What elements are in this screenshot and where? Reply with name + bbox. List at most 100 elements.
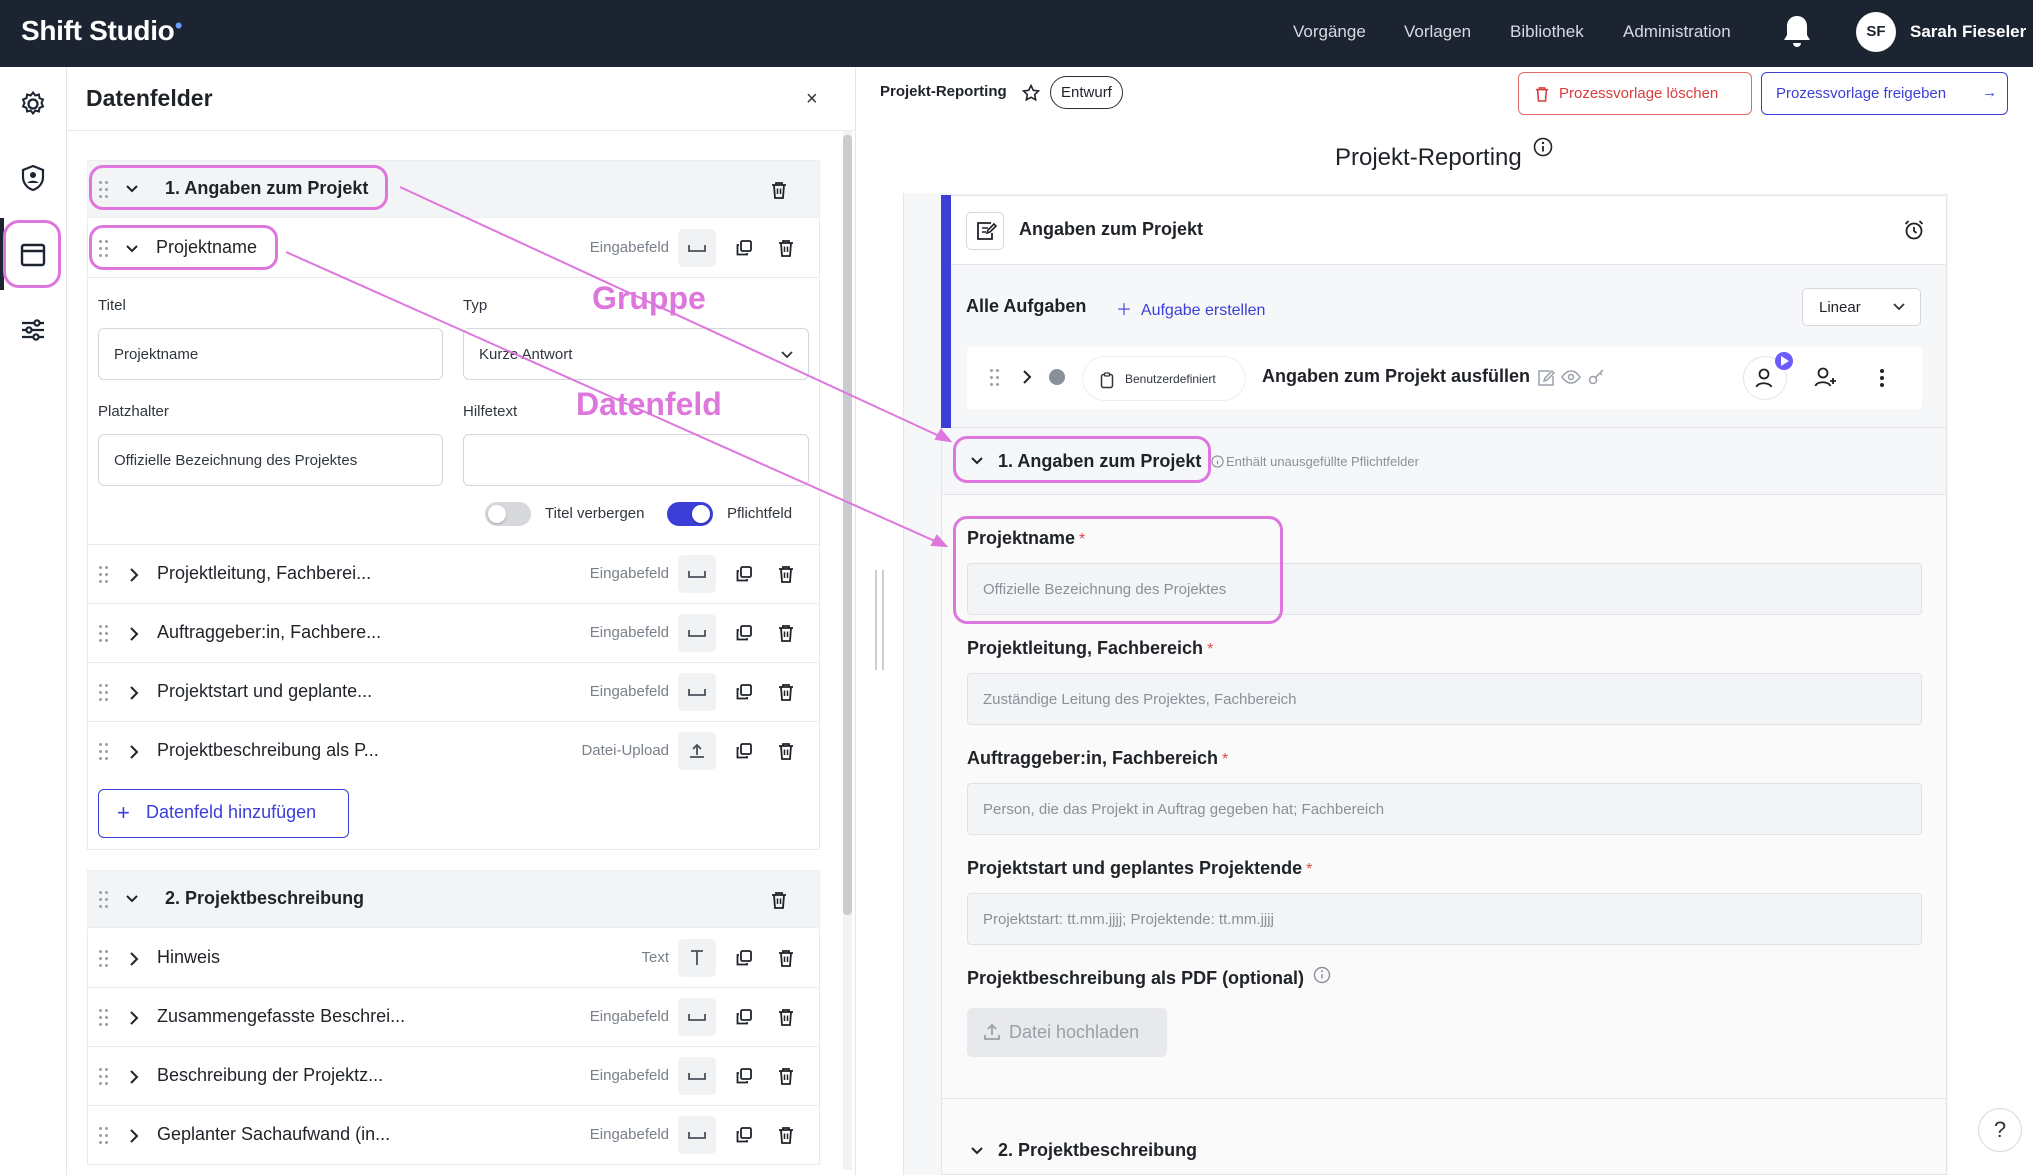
chevron-right-icon[interactable] — [126, 1010, 142, 1026]
toggle-hide-title[interactable] — [485, 502, 531, 526]
copy-icon[interactable] — [736, 950, 752, 966]
form-field-input[interactable]: Projektstart: tt.mm.jjjj; Projektende: t… — [967, 893, 1922, 945]
hilfetext-label: Hilfetext — [463, 403, 518, 420]
shield-user-icon[interactable] — [13, 158, 53, 198]
copy-icon[interactable] — [736, 1068, 752, 1084]
nav-bibliothek[interactable]: Bibliothek — [1510, 22, 1584, 42]
delete-template-button[interactable]: Prozessvorlage löschen — [1518, 72, 1752, 115]
copy-icon[interactable] — [736, 1127, 752, 1143]
drag-handle-icon[interactable] — [990, 369, 1000, 387]
field-type: Eingabefeld — [589, 1067, 669, 1084]
drag-handle-icon[interactable] — [99, 625, 109, 643]
drag-handle-icon[interactable] — [99, 1009, 109, 1027]
copy-icon[interactable] — [736, 743, 752, 759]
copy-icon[interactable] — [736, 625, 752, 641]
form-field-input[interactable]: Zuständige Leitung des Projektes, Fachbe… — [967, 673, 1922, 725]
drag-handle-icon[interactable] — [99, 1068, 109, 1086]
user-icon — [1755, 368, 1773, 388]
drag-handle-icon[interactable] — [99, 566, 109, 584]
field-type-icon — [678, 614, 716, 652]
clipboard-icon — [1100, 372, 1114, 389]
copy-icon[interactable] — [736, 240, 752, 256]
user-avatar[interactable]: SF — [1856, 12, 1896, 52]
hilfetext-input[interactable] — [463, 434, 809, 486]
titel-label: Titel — [98, 297, 126, 314]
create-task-link[interactable]: ＋ Aufgabe erstellen — [1116, 296, 1265, 320]
field-label: Auftraggeber:in, Fachbere... — [157, 622, 382, 642]
drag-handle-icon[interactable] — [99, 684, 109, 702]
trash-icon[interactable] — [778, 624, 794, 642]
chevron-down-icon[interactable] — [780, 348, 794, 362]
sliders-icon[interactable] — [13, 310, 53, 350]
chevron-right-icon[interactable] — [126, 685, 142, 701]
settings-gear-icon[interactable] — [13, 84, 53, 124]
help-button[interactable]: ? — [1978, 1108, 2022, 1152]
form-group-title-2: 2. Projektbeschreibung — [998, 1140, 1198, 1160]
trash-icon[interactable] — [778, 683, 794, 701]
trash-icon[interactable] — [771, 181, 787, 199]
form-field-input[interactable]: Person, die das Projekt in Auftrag gegeb… — [967, 783, 1922, 835]
platzhalter-input[interactable]: Offizielle Bezeichnung des Projektes — [98, 434, 443, 486]
chevron-right-icon[interactable] — [126, 744, 142, 760]
add-user-icon[interactable] — [1814, 366, 1838, 390]
notification-bell-icon[interactable] — [1781, 14, 1813, 50]
status-badge: Entwurf — [1050, 76, 1123, 109]
drag-handle-icon[interactable] — [99, 950, 109, 968]
trash-icon[interactable] — [778, 239, 794, 257]
trash-icon[interactable] — [778, 742, 794, 760]
user-name[interactable]: Sarah Fieseler — [1910, 22, 2026, 42]
nav-vorlagen[interactable]: Vorlagen — [1404, 22, 1471, 42]
info-icon[interactable] — [1533, 137, 1553, 157]
add-field-button[interactable]: + Datenfeld hinzufügen — [98, 789, 349, 838]
resize-handle[interactable] — [873, 570, 889, 670]
copy-icon[interactable] — [736, 566, 752, 582]
upload-file-button[interactable]: Datei hochladen — [967, 1008, 1167, 1057]
nav-vorgaenge[interactable]: Vorgänge — [1293, 22, 1366, 42]
drag-handle-icon[interactable] — [99, 1127, 109, 1145]
field-label: Projektbeschreibung als P... — [157, 740, 379, 760]
info-icon — [1211, 455, 1224, 468]
annotation-group-highlight — [89, 165, 388, 210]
nav-administration[interactable]: Administration — [1623, 22, 1731, 42]
chevron-right-icon[interactable] — [126, 1069, 142, 1085]
form-group-note: Enthält unausgefüllte Pflichtfelder — [1226, 454, 1419, 469]
chevron-right-icon[interactable] — [126, 567, 142, 583]
field-type-icon — [678, 939, 716, 977]
group-header-2[interactable]: 2. Projektbeschreibung — [87, 870, 820, 928]
field-type: Eingabefeld — [589, 239, 669, 256]
chevron-right-icon[interactable] — [126, 626, 142, 642]
app-logo[interactable]: Shift Studio● — [21, 15, 183, 47]
chevron-down-icon[interactable] — [1892, 300, 1906, 314]
toggle-required-label: Pflichtfeld — [727, 505, 793, 522]
titel-input[interactable]: Projektname — [98, 328, 443, 380]
copy-icon[interactable] — [736, 684, 752, 700]
chevron-down-icon[interactable] — [124, 891, 140, 907]
alarm-clock-icon[interactable] — [1903, 219, 1925, 241]
arrow-right-icon: → — [1982, 84, 1997, 101]
drag-handle-icon[interactable] — [99, 891, 109, 909]
more-vertical-icon[interactable] — [1879, 367, 1885, 389]
annotation-field-highlight — [89, 225, 278, 270]
drag-handle-icon[interactable] — [99, 743, 109, 761]
trash-icon[interactable] — [778, 1126, 794, 1144]
panel-scrollbar-thumb[interactable] — [843, 135, 852, 915]
release-template-button[interactable]: Prozessvorlage freigeben → — [1761, 72, 2008, 115]
trash-icon[interactable] — [771, 891, 787, 909]
trash-icon[interactable] — [778, 565, 794, 583]
eye-icon[interactable] — [1561, 369, 1581, 385]
trash-icon[interactable] — [778, 1067, 794, 1085]
typ-select[interactable]: Kurze Antwort — [463, 328, 809, 380]
chevron-right-icon[interactable] — [126, 1128, 142, 1144]
key-icon[interactable] — [1588, 369, 1606, 385]
edit-icon[interactable] — [1537, 369, 1555, 387]
chevron-down-icon[interactable] — [969, 1143, 985, 1159]
trash-icon[interactable] — [778, 949, 794, 967]
copy-icon[interactable] — [736, 1009, 752, 1025]
chevron-right-icon[interactable] — [1019, 369, 1035, 385]
info-icon[interactable] — [1313, 966, 1331, 984]
close-icon[interactable]: × — [806, 88, 818, 111]
toggle-required[interactable] — [667, 502, 713, 526]
star-icon[interactable] — [1022, 84, 1040, 102]
trash-icon[interactable] — [778, 1008, 794, 1026]
chevron-right-icon[interactable] — [126, 951, 142, 967]
